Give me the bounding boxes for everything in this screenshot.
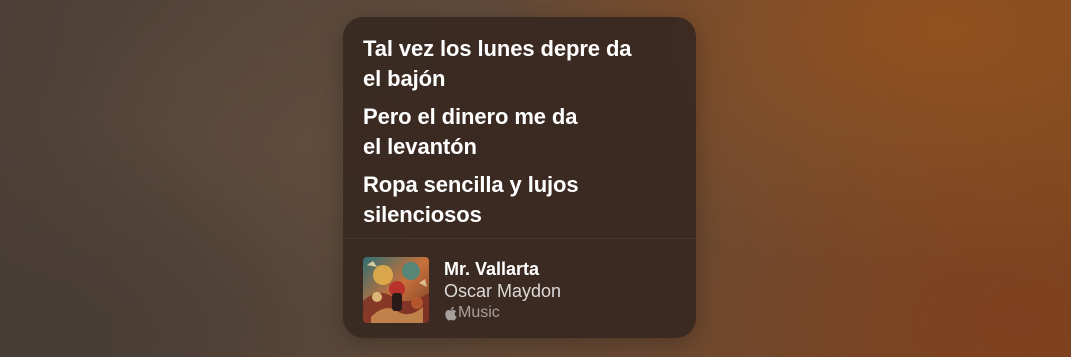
track-artist[interactable]: Oscar Maydon: [444, 280, 561, 302]
lyric-line-1-text: Tal vez los lunes depre da el bajón: [363, 36, 632, 91]
lyric-line-3-text: Ropa sencilla y lujos silenciosos: [363, 172, 579, 227]
track-row[interactable]: Mr. Vallarta Oscar Maydon Music: [363, 257, 682, 323]
album-artwork[interactable]: [363, 257, 429, 323]
divider: [343, 238, 696, 239]
lyric-line-3: Ropa sencilla y lujos silenciosos: [363, 170, 682, 230]
apple-logo-icon: [444, 306, 457, 321]
service-label: Music: [458, 304, 500, 321]
lyrics-block: Tal vez los lunes depre da el bajón Pero…: [363, 34, 682, 238]
track-info: Mr. Vallarta Oscar Maydon Music: [444, 257, 561, 323]
lyric-line-2: Pero el dinero me da el levantón: [363, 102, 682, 162]
lyrics-share-card[interactable]: Tal vez los lunes depre da el bajón Pero…: [343, 17, 696, 338]
track-title[interactable]: Mr. Vallarta: [444, 258, 561, 280]
lyric-line-2-text: Pero el dinero me da el levantón: [363, 104, 578, 159]
apple-music-badge: Music: [444, 303, 561, 323]
lyric-line-1: Tal vez los lunes depre da el bajón: [363, 34, 682, 94]
